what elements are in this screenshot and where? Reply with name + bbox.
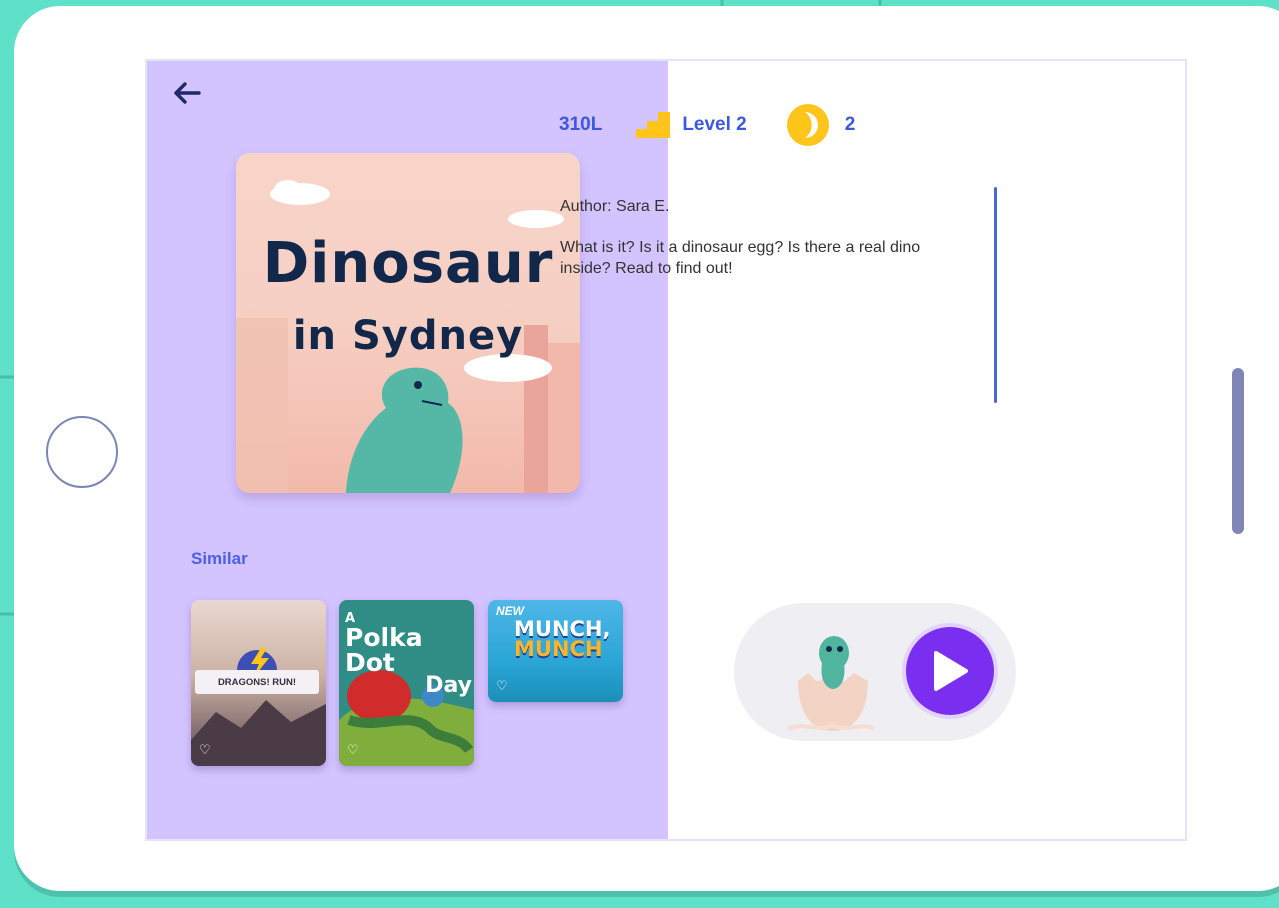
stairs-icon — [636, 112, 671, 138]
cover-title-line1: Dinosaur — [262, 231, 554, 296]
similar-heading: Similar — [191, 549, 248, 568]
coin-icon — [786, 104, 829, 146]
reading-level: Level 2 — [682, 114, 747, 135]
polka-dot-title: A Polka Dot Day — [345, 611, 472, 698]
lexile-score: 310L — [559, 114, 603, 135]
book-meta-row: 310L Level 2 2 — [559, 104, 856, 146]
dragons-run-title: DRAGONS! RUN! — [195, 670, 319, 694]
book-author: Author: Sara E. — [560, 198, 670, 215]
play-button[interactable] — [906, 627, 994, 715]
home-button[interactable] — [46, 416, 118, 488]
back-button[interactable] — [169, 77, 205, 109]
description-scrollbar[interactable] — [994, 187, 997, 403]
similar-book-card[interactable]: DRAGONS! RUN! ♡ — [191, 600, 326, 766]
heart-icon[interactable]: ♡ — [199, 742, 211, 758]
book-description: What is it? Is it a dinosaur egg? Is the… — [560, 239, 921, 277]
book-detail-screen: Dinosaur in Sydney Similar DRAGONS! RUN!… — [145, 59, 1187, 841]
arrow-left-icon — [174, 82, 201, 104]
side-scroll-indicator — [1232, 368, 1244, 534]
similar-book-card[interactable]: A Polka Dot Day ♡ — [339, 600, 474, 766]
start-reading-panel — [734, 603, 1016, 741]
similar-book-card[interactable]: NEW MUNCH, MUNCH ♡ — [488, 600, 623, 702]
book-cover: Dinosaur in Sydney — [236, 153, 580, 493]
heart-icon[interactable]: ♡ — [347, 742, 359, 758]
play-icon — [934, 651, 968, 691]
cover-title-line2: in Sydney — [292, 313, 524, 359]
dino-egg-mascot — [787, 636, 876, 731]
new-badge: NEW — [496, 604, 524, 618]
heart-icon[interactable]: ♡ — [496, 678, 508, 694]
munch-munch-title: MUNCH, MUNCH — [514, 617, 611, 661]
cover-panel: Dinosaur in Sydney Similar DRAGONS! RUN!… — [147, 61, 668, 839]
coin-count: 2 — [844, 114, 856, 135]
